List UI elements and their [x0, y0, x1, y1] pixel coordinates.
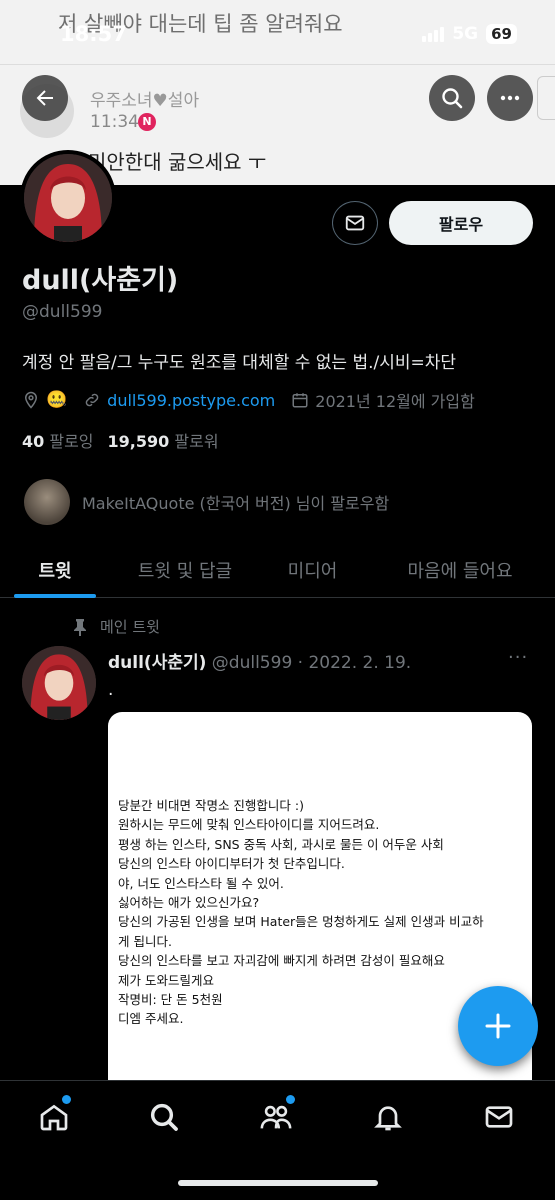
link-icon	[85, 393, 99, 407]
pin-icon	[74, 618, 86, 636]
tweet-avatar[interactable]	[22, 646, 96, 720]
followed-by-text: MakeItAQuote (한국어 버전) 님이 팔로우함	[82, 494, 390, 513]
tweet-image-text: 당분간 비대면 작명소 진행합니다 :) 원하시는 무드에 맞춰 인스타아이디를…	[118, 796, 524, 1029]
messages-icon	[485, 1106, 513, 1128]
tab-tweets-replies[interactable]: 트윗 및 답글	[110, 542, 260, 597]
status-time: 18:57	[60, 22, 127, 46]
search-icon	[150, 1103, 178, 1131]
card-line: 싫어하는 애가 있으신가요?	[118, 895, 260, 911]
tweet-handle-date: @dull599 · 2022. 2. 19.	[211, 653, 412, 673]
join-date-text: 2021년 12월에 가입함	[315, 392, 475, 411]
banner-right-box	[537, 76, 555, 120]
location-emoji: 🤐	[46, 390, 68, 410]
location-pin-icon	[24, 391, 38, 409]
status-indicators: 5G 69	[422, 24, 517, 44]
notifications-icon	[374, 1106, 402, 1131]
pinned-indicator: 메인 트윗	[72, 616, 160, 637]
nav-messages[interactable]	[479, 1097, 519, 1137]
more-button[interactable]	[487, 75, 533, 121]
location: 🤐	[22, 390, 67, 410]
tab-media[interactable]: 미디어	[260, 542, 365, 597]
home-indicator	[178, 1180, 378, 1186]
following-link[interactable]: 40 팔로잉	[22, 428, 94, 452]
website-link[interactable]: dull599.postype.com	[107, 391, 275, 410]
card-line: 제가 도와드릴게요	[118, 972, 214, 988]
search-button[interactable]	[429, 75, 475, 121]
card-line: 원하시는 무드에 맞춰 인스타아이디를 지어드려요.	[118, 817, 380, 833]
new-badge: N	[138, 113, 156, 131]
communities-icon	[260, 1105, 292, 1129]
battery-icon: 69	[486, 24, 517, 44]
following-count: 40	[22, 432, 45, 451]
card-line: 당신의 가공된 인생을 보며 Hater들은 멍청하게도 실제 인생과 비교하	[118, 914, 484, 930]
tweet-text: .	[108, 680, 114, 700]
following-label: 팔로잉	[49, 432, 94, 451]
tweet-header: dull(사춘기) @dull599 · 2022. 2. 19.	[108, 648, 411, 673]
followers-link[interactable]: 19,590 팔로워	[108, 428, 219, 452]
banner-time: 11:34	[90, 112, 139, 132]
plus-icon	[485, 1013, 511, 1039]
banner-message: 미안한대 굶으세요 ㅜ	[88, 150, 267, 174]
message-button[interactable]	[332, 201, 378, 245]
signal-icon	[422, 26, 445, 42]
mail-icon	[345, 215, 365, 231]
home-notification-dot	[62, 1095, 71, 1104]
nav-search[interactable]	[144, 1097, 184, 1137]
search-icon	[442, 88, 463, 109]
card-line: 당분간 비대면 작명소 진행합니다 :)	[118, 798, 304, 813]
more-dots-icon	[500, 95, 520, 101]
profile-bio: 계정 안 팔음/그 누구도 원조를 대체할 수 없는 법./시비=차단	[22, 353, 457, 373]
profile-handle: @dull599	[22, 302, 103, 322]
tab-tweets[interactable]: 트윗	[0, 542, 110, 598]
tweet-author-name[interactable]: dull(사춘기)	[108, 653, 206, 673]
card-line: 야, 너도 인스타스타 될 수 있어.	[118, 875, 284, 891]
calendar-icon	[292, 393, 308, 408]
communities-notification-dot	[286, 1095, 295, 1104]
pinned-label: 메인 트윗	[100, 618, 160, 636]
website[interactable]: dull599.postype.com	[83, 391, 275, 410]
follower-avatar	[24, 479, 70, 525]
nav-notifications[interactable]	[368, 1097, 408, 1137]
followers-label: 팔로워	[174, 432, 219, 451]
followers-count: 19,590	[107, 432, 170, 451]
profile-meta: 🤐 dull599.postype.com 2021년 12월에 가입함	[22, 388, 491, 412]
profile-avatar[interactable]	[20, 150, 116, 246]
home-icon	[40, 1104, 68, 1131]
profile-display-name: dull(사춘기)	[22, 265, 179, 296]
avatar-image	[24, 154, 112, 242]
banner-sender-name: 우주소녀♥설아	[90, 91, 200, 111]
card-line: 당신의 인스타를 보고 자괴감에 빠지게 하려면 감성이 필요해요	[118, 953, 445, 969]
card-line: 평생 하는 인스타, SNS 중독 사회, 과시로 물든 이 어두운 사회	[118, 836, 444, 852]
card-line: 게 됩니다.	[118, 933, 172, 949]
compose-button[interactable]	[458, 986, 538, 1066]
network-label: 5G	[452, 24, 479, 44]
back-button[interactable]	[22, 75, 68, 121]
divider	[0, 64, 555, 65]
follow-button[interactable]: 팔로우	[389, 201, 533, 245]
follow-stats: 40 팔로잉 19,590 팔로워	[22, 428, 219, 452]
arrow-left-icon	[36, 90, 53, 106]
join-date: 2021년 12월에 가입함	[291, 388, 475, 412]
avatar-image	[22, 646, 96, 720]
profile-tabs: 트윗 트윗 및 답글 미디어 마음에 들어요	[0, 542, 555, 598]
followed-by[interactable]: MakeItAQuote (한국어 버전) 님이 팔로우함	[24, 479, 389, 525]
tweet-more-icon[interactable]: ···	[508, 647, 528, 668]
tab-likes[interactable]: 마음에 들어요	[365, 542, 555, 597]
card-line: 당신의 인스타 아이디부터가 첫 단추입니다.	[118, 856, 345, 872]
